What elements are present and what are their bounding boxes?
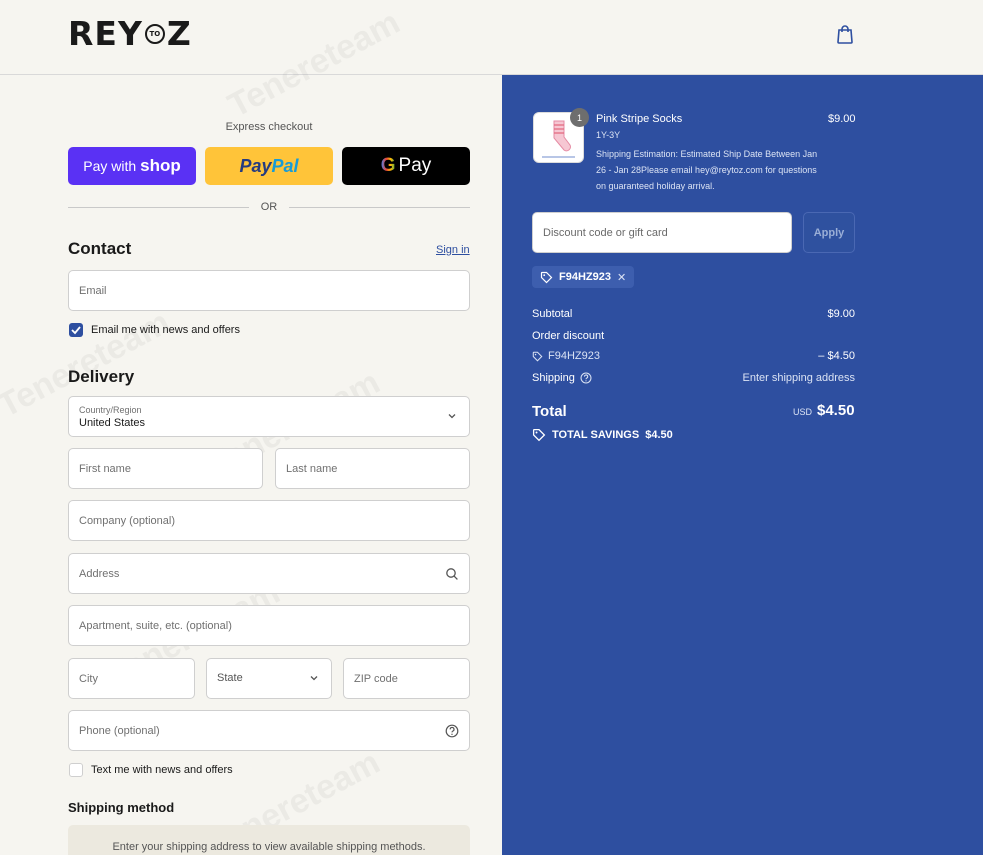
discount-field[interactable] (532, 212, 792, 253)
contact-title: Contact (68, 239, 132, 258)
help-icon[interactable] (445, 724, 459, 738)
google-g-icon: G (380, 155, 396, 176)
shipping-value: Enter shipping address (742, 372, 855, 384)
discount-code-row: F94HZ923 (532, 350, 600, 362)
shop-pay-brand: shop (140, 156, 181, 175)
discount-input[interactable] (533, 213, 791, 252)
country-select[interactable]: Country/Region United States (68, 396, 470, 437)
phone-field[interactable] (68, 710, 470, 751)
product-shipping-note: Shipping Estimation: Estimated Ship Date… (596, 149, 818, 191)
checkmark-icon (71, 326, 81, 335)
sms-newsletter-label: Text me with news and offers (91, 764, 233, 776)
tag-icon (532, 428, 546, 442)
first-name-input[interactable] (69, 449, 262, 488)
state-select[interactable]: State (206, 658, 332, 699)
divider-line (68, 206, 249, 208)
google-pay-text: Pay (398, 155, 432, 176)
order-summary: 1 Pink Stripe Socks 1Y-3Y Shipping Estim… (502, 75, 983, 855)
delivery-title: Delivery (68, 367, 135, 386)
zip-field[interactable] (343, 658, 470, 699)
email-field[interactable] (68, 270, 470, 311)
country-label: Country/Region (79, 405, 142, 415)
state-label: State (217, 672, 243, 684)
apartment-input[interactable] (69, 606, 469, 645)
company-input[interactable] (69, 501, 469, 540)
currency-code: USD (793, 407, 813, 417)
product-name: Pink Stripe Socks (596, 113, 683, 125)
search-icon (446, 568, 458, 580)
chevron-down-icon (310, 676, 318, 681)
savings-value: $4.50 (645, 429, 673, 441)
logo-text-left: REY (68, 14, 143, 53)
divider-line (289, 206, 470, 208)
subtotal-value: $9.00 (827, 308, 855, 320)
paypal-pay-text: Pay (239, 155, 272, 176)
paypal-button[interactable]: Pay Pal (205, 147, 333, 185)
email-input[interactable] (69, 271, 469, 310)
company-field[interactable] (68, 500, 470, 541)
tag-icon (540, 271, 553, 283)
google-pay-button[interactable]: G Pay (342, 147, 470, 185)
sms-newsletter-checkbox[interactable] (69, 763, 83, 777)
total-savings: TOTAL SAVINGS $4.50 (532, 428, 673, 442)
order-discount-label: Order discount (532, 330, 605, 342)
total-value: $4.50 (817, 402, 855, 419)
last-name-input[interactable] (276, 449, 469, 488)
shop-pay-prefix: Pay with (83, 158, 137, 174)
last-name-field[interactable] (275, 448, 470, 489)
applied-discount-code: F94HZ923 (559, 271, 611, 283)
savings-label: TOTAL SAVINGS (552, 429, 640, 441)
apply-discount-button[interactable]: Apply (803, 212, 855, 253)
subtotal-label: Subtotal (532, 308, 573, 320)
apartment-field[interactable] (68, 605, 470, 646)
header: REY TO Z (0, 0, 983, 75)
remove-discount-icon[interactable]: ✕ (617, 271, 626, 284)
tag-icon (532, 351, 543, 361)
discount-code-text: F94HZ923 (548, 350, 600, 362)
paypal-pal-text: Pal (271, 155, 299, 176)
product-price: $9.00 (828, 113, 856, 125)
city-input[interactable] (69, 659, 194, 698)
shipping-row: Shipping (532, 372, 592, 384)
address-field[interactable] (68, 553, 470, 594)
email-newsletter-label: Email me with news and offers (91, 324, 240, 336)
quantity-badge: 1 (570, 108, 589, 127)
product-variant: 1Y-3Y (596, 130, 621, 140)
shipping-label: Shipping (532, 372, 575, 384)
checkout-form: Tenereteam Tenereteam Tenereteam Teneret… (0, 3, 502, 855)
chevron-down-icon (448, 414, 456, 419)
sign-in-link[interactable]: Sign in (436, 244, 470, 256)
shopping-bag-icon[interactable] (836, 24, 854, 44)
city-field[interactable] (68, 658, 195, 699)
address-input[interactable] (69, 554, 469, 593)
country-value: United States (79, 417, 146, 429)
shop-pay-button[interactable]: Pay with shop (68, 147, 196, 185)
applied-discount-chip: F94HZ923 ✕ (532, 266, 635, 288)
phone-input[interactable] (69, 711, 469, 750)
express-checkout-label: Express checkout (225, 121, 313, 133)
logo-circle-text: TO (144, 23, 165, 44)
or-text: OR (260, 201, 278, 213)
zip-input[interactable] (344, 659, 469, 698)
store-logo[interactable]: REY TO Z (68, 14, 192, 53)
email-newsletter-checkbox[interactable] (69, 323, 83, 337)
shipping-method-notice: Enter your shipping address to view avai… (68, 825, 470, 855)
or-divider: OR (68, 201, 470, 213)
shipping-method-title: Shipping method (68, 800, 175, 815)
logo-text-right: Z (166, 14, 192, 53)
total-label: Total (532, 403, 567, 420)
help-icon[interactable] (580, 372, 592, 384)
first-name-field[interactable] (68, 448, 263, 489)
discount-value: – $4.50 (818, 350, 855, 362)
